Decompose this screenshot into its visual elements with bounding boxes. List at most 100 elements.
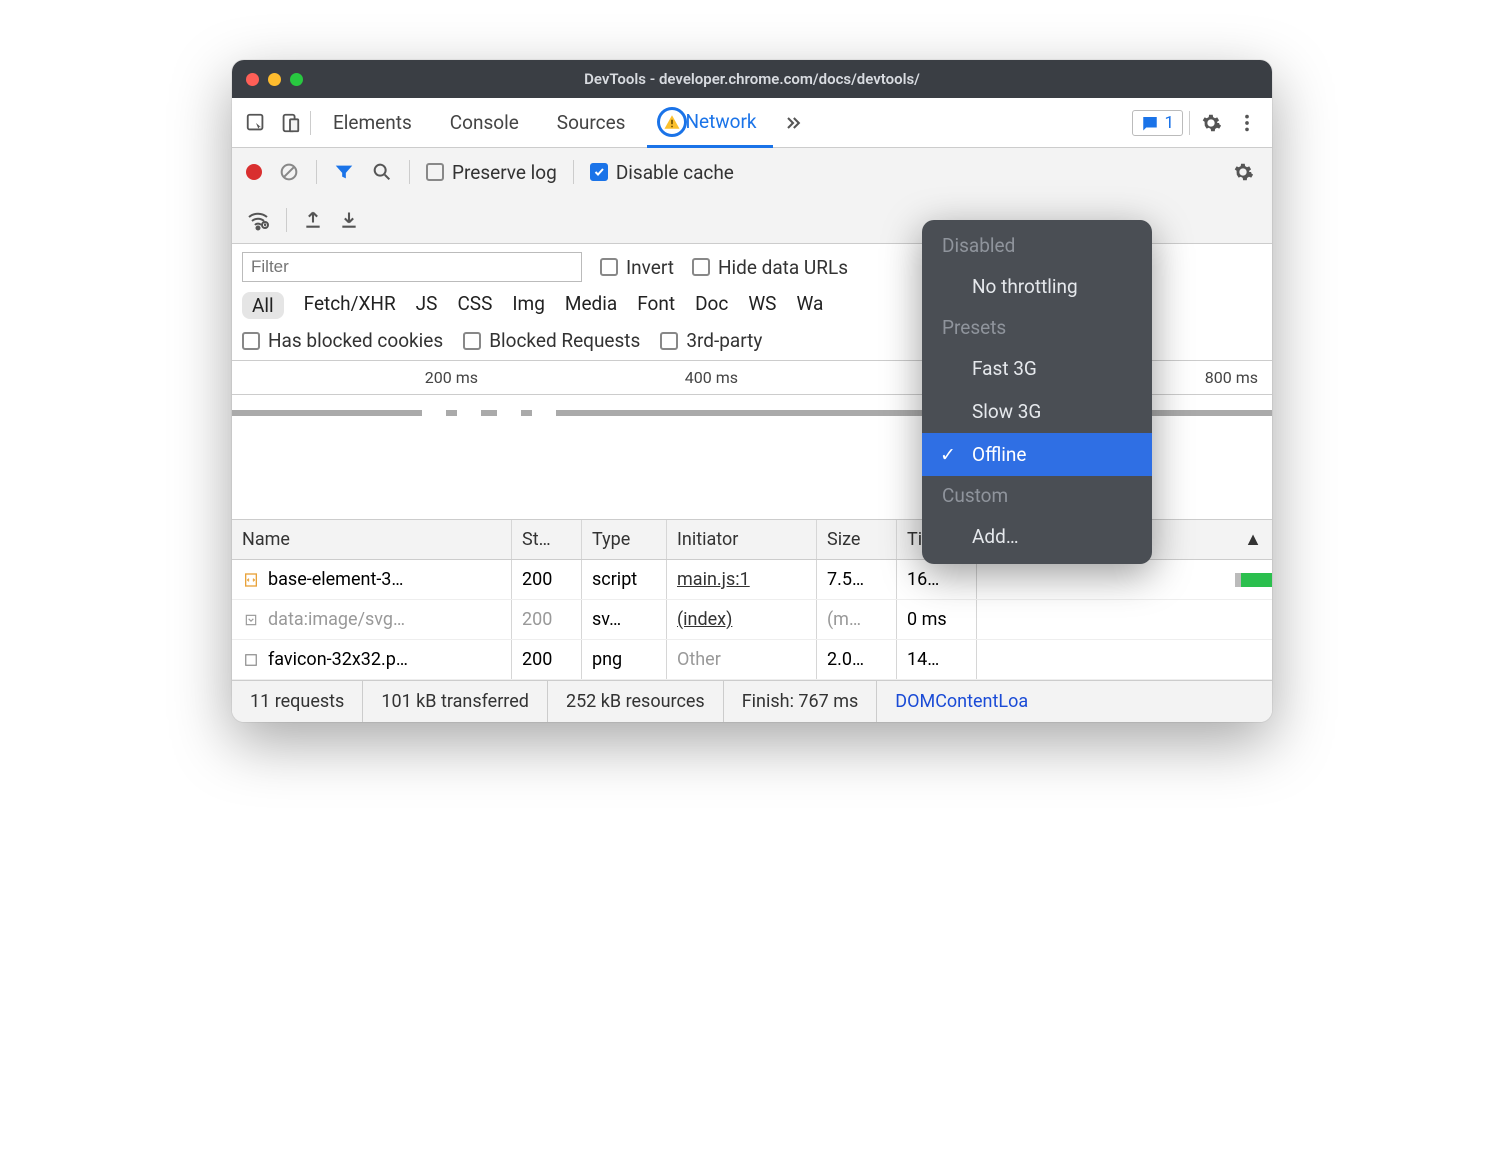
request-time: 0 ms — [897, 600, 977, 639]
dropdown-group-label: Presets — [922, 308, 1152, 347]
col-name[interactable]: Name — [232, 520, 512, 559]
status-finish: Finish: 767 ms — [724, 681, 878, 722]
devtools-tabs: Elements Console Sources Network 1 — [232, 98, 1272, 148]
request-type: script — [582, 560, 667, 599]
request-row[interactable]: base-element-3… 200 script main.js:1 7.5… — [232, 560, 1272, 600]
initiator-link[interactable]: (index) — [677, 609, 732, 630]
more-tabs-chevron-icon[interactable] — [779, 109, 807, 137]
chip-fetch-xhr[interactable]: Fetch/XHR — [304, 292, 396, 319]
sort-triangle-icon: ▲ — [1244, 529, 1262, 550]
titlebar: DevTools - developer.chrome.com/docs/dev… — [232, 60, 1272, 98]
filter-input[interactable] — [242, 252, 582, 282]
request-name: data:image/svg… — [268, 609, 405, 630]
network-toolbar: Preserve log Disable cache — [232, 148, 1272, 196]
tab-sources[interactable]: Sources — [541, 98, 642, 147]
tab-network[interactable]: Network — [647, 99, 772, 148]
devtools-window: DevTools - developer.chrome.com/docs/dev… — [232, 60, 1272, 722]
col-size[interactable]: Size — [817, 520, 897, 559]
invert-checkbox[interactable]: Invert — [600, 256, 674, 279]
col-status[interactable]: St… — [512, 520, 582, 559]
waterfall-cell — [977, 640, 1272, 679]
issues-icon — [1141, 114, 1159, 132]
image-file-icon — [242, 651, 260, 669]
separator — [286, 208, 287, 232]
status-requests: 11 requests — [232, 681, 363, 722]
request-status: 200 — [512, 600, 582, 639]
generic-file-icon — [242, 611, 260, 629]
request-type: png — [582, 640, 667, 679]
checkbox-checked-icon — [590, 163, 608, 181]
status-transferred: 101 kB transferred — [363, 681, 548, 722]
throttling-option-no-throttling[interactable]: No throttling — [922, 265, 1152, 308]
clear-icon[interactable] — [278, 161, 300, 183]
request-size: 2.0… — [817, 640, 897, 679]
tab-elements[interactable]: Elements — [317, 98, 428, 147]
request-name: favicon-32x32.p… — [268, 649, 408, 670]
status-bar: 11 requests 101 kB transferred 252 kB re… — [232, 680, 1272, 722]
request-status: 200 — [512, 640, 582, 679]
blocked-requests-checkbox[interactable]: Blocked Requests — [463, 329, 640, 352]
issues-button[interactable]: 1 — [1132, 110, 1183, 136]
waterfall-cell — [977, 600, 1272, 639]
status-domcontentloaded: DOMContentLoa — [877, 681, 1046, 722]
chip-font[interactable]: Font — [637, 292, 675, 319]
request-time: 14… — [897, 640, 977, 679]
throttling-option-slow-3g[interactable]: Slow 3G — [922, 390, 1152, 433]
request-name: base-element-3… — [268, 569, 403, 590]
record-button[interactable] — [246, 164, 262, 180]
import-har-icon[interactable] — [303, 210, 323, 230]
separator — [316, 160, 317, 184]
col-initiator[interactable]: Initiator — [667, 520, 817, 559]
request-status: 200 — [512, 560, 582, 599]
chip-ws[interactable]: WS — [748, 292, 776, 319]
throttling-option-offline[interactable]: ✓ Offline — [922, 433, 1152, 476]
inspect-element-icon[interactable] — [242, 109, 270, 137]
script-file-icon — [242, 571, 260, 589]
tab-console[interactable]: Console — [434, 98, 535, 147]
chip-js[interactable]: JS — [416, 292, 438, 319]
export-har-icon[interactable] — [339, 210, 359, 230]
window-title: DevTools - developer.chrome.com/docs/dev… — [232, 70, 1272, 88]
separator — [310, 111, 311, 135]
request-size: (m… — [817, 600, 897, 639]
request-row[interactable]: data:image/svg… 200 sv… (index) (m… 0 ms — [232, 600, 1272, 640]
throttling-option-fast-3g[interactable]: Fast 3G — [922, 347, 1152, 390]
dropdown-group-label: Disabled — [922, 226, 1152, 265]
throttling-option-add[interactable]: Add… — [922, 515, 1152, 558]
more-menu-icon[interactable] — [1232, 108, 1262, 138]
network-settings-gear-icon[interactable] — [1228, 157, 1258, 187]
request-row[interactable]: favicon-32x32.p… 200 png Other 2.0… 14… — [232, 640, 1272, 680]
settings-gear-icon[interactable] — [1196, 108, 1226, 138]
device-toggle-icon[interactable] — [276, 109, 304, 137]
request-size: 7.5… — [817, 560, 897, 599]
waterfall-cell — [977, 560, 1272, 599]
throttling-dropdown: Disabled No throttling Presets Fast 3G S… — [922, 220, 1152, 564]
col-type[interactable]: Type — [582, 520, 667, 559]
checkbox-unchecked-icon — [426, 163, 444, 181]
filter-funnel-icon[interactable] — [333, 161, 355, 183]
chip-all[interactable]: All — [242, 292, 284, 319]
timeline-tick: 200 ms — [232, 368, 492, 387]
preserve-log-checkbox[interactable]: Preserve log — [426, 161, 557, 184]
request-type: sv… — [582, 600, 667, 639]
initiator-link[interactable]: main.js:1 — [677, 569, 750, 590]
third-party-checkbox[interactable]: 3rd-party — [660, 329, 762, 352]
separator — [1189, 111, 1190, 135]
initiator-text: Other — [667, 640, 817, 679]
search-icon[interactable] — [371, 161, 393, 183]
disable-cache-checkbox[interactable]: Disable cache — [590, 161, 734, 184]
check-icon: ✓ — [940, 443, 956, 466]
chip-wasm[interactable]: Wa — [796, 292, 823, 319]
chip-css[interactable]: CSS — [457, 292, 492, 319]
hide-data-urls-checkbox[interactable]: Hide data URLs — [692, 256, 848, 279]
issues-count: 1 — [1164, 113, 1174, 133]
has-blocked-cookies-checkbox[interactable]: Has blocked cookies — [242, 329, 443, 352]
request-time: 16… — [897, 560, 977, 599]
separator — [573, 160, 574, 184]
status-resources: 252 kB resources — [548, 681, 724, 722]
chip-img[interactable]: Img — [512, 292, 545, 319]
chip-doc[interactable]: Doc — [695, 292, 728, 319]
chip-media[interactable]: Media — [565, 292, 617, 319]
separator — [409, 160, 410, 184]
network-conditions-icon[interactable] — [246, 208, 270, 232]
